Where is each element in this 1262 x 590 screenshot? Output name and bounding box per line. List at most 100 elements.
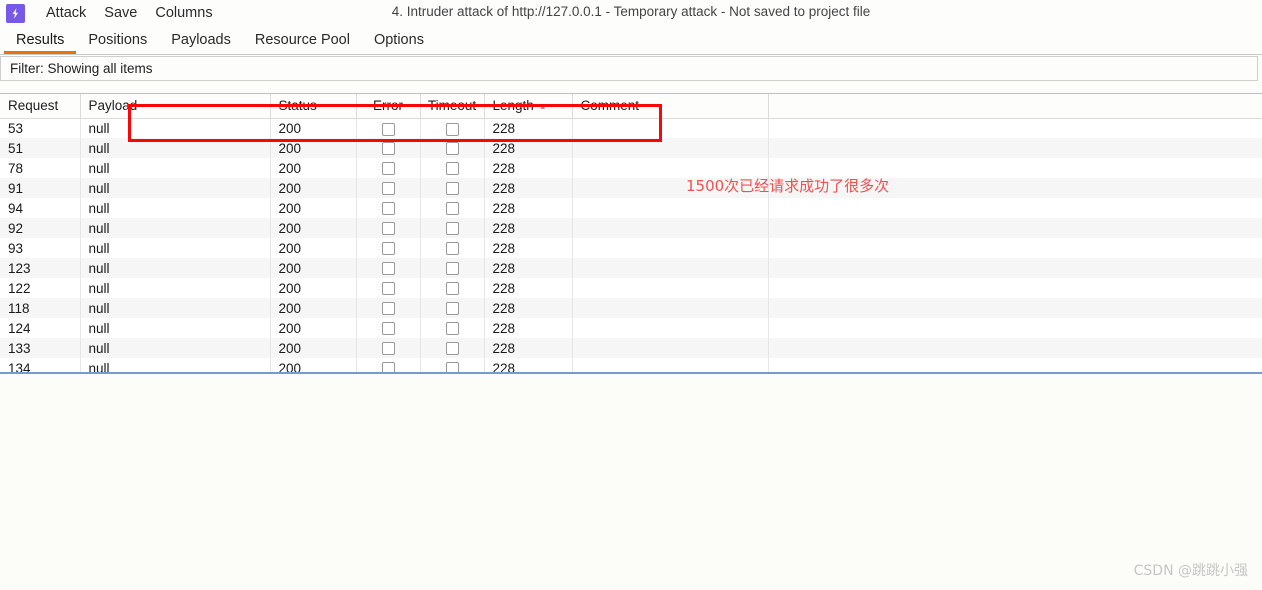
checkbox-icon[interactable]: [445, 182, 459, 196]
checkbox-icon[interactable]: [381, 162, 395, 176]
tab-results[interactable]: Results: [4, 28, 77, 54]
cell-error[interactable]: [356, 278, 421, 298]
table-row[interactable]: 91 null 200 228: [0, 178, 1262, 198]
table-row[interactable]: 92 null 200 228: [0, 218, 1262, 238]
column-header-error[interactable]: Error: [356, 94, 421, 119]
column-header-request[interactable]: Request: [0, 94, 81, 119]
cell-spacer: [768, 358, 1262, 372]
cell-error[interactable]: [356, 258, 421, 278]
cell-comment: [572, 338, 769, 358]
table-row[interactable]: 94 null 200 228: [0, 198, 1262, 218]
tab-positions[interactable]: Positions: [76, 28, 159, 54]
cell-status: 200: [270, 138, 357, 158]
cell-error[interactable]: [356, 298, 421, 318]
tab-resource-pool[interactable]: Resource Pool: [243, 28, 362, 54]
table-row[interactable]: 124 null 200 228: [0, 318, 1262, 338]
checkbox-icon[interactable]: [381, 122, 395, 136]
checkbox-icon[interactable]: [381, 282, 395, 296]
checkbox-icon[interactable]: [445, 342, 459, 356]
checkbox-icon[interactable]: [445, 362, 459, 372]
cell-request: 92: [0, 218, 81, 238]
cell-payload: null: [80, 138, 271, 158]
checkbox-icon[interactable]: [445, 262, 459, 276]
checkbox-icon[interactable]: [381, 322, 395, 336]
cell-timeout[interactable]: [420, 298, 485, 318]
sort-ascending-icon: ▲: [538, 102, 547, 112]
menu-item-save[interactable]: Save: [95, 0, 146, 27]
checkbox-icon[interactable]: [381, 262, 395, 276]
cell-timeout[interactable]: [420, 258, 485, 278]
table-row[interactable]: 53 null 200 228: [0, 118, 1262, 138]
checkbox-icon[interactable]: [381, 202, 395, 216]
cell-timeout[interactable]: [420, 158, 485, 178]
checkbox-icon[interactable]: [381, 342, 395, 356]
cell-timeout[interactable]: [420, 278, 485, 298]
cell-status: 200: [270, 158, 357, 178]
checkbox-icon[interactable]: [381, 142, 395, 156]
table-row[interactable]: 78 null 200 228: [0, 158, 1262, 178]
cell-timeout[interactable]: [420, 338, 485, 358]
table-row[interactable]: 123 null 200 228: [0, 258, 1262, 278]
menu-item-columns[interactable]: Columns: [146, 0, 221, 27]
column-header-spacer: [768, 94, 1262, 119]
checkbox-icon[interactable]: [445, 202, 459, 216]
cell-error[interactable]: [356, 158, 421, 178]
column-header-timeout[interactable]: Timeout: [420, 94, 485, 119]
checkbox-icon[interactable]: [445, 242, 459, 256]
cell-error[interactable]: [356, 178, 421, 198]
cell-timeout[interactable]: [420, 318, 485, 338]
column-header-status[interactable]: Status: [270, 94, 357, 119]
cell-error[interactable]: [356, 218, 421, 238]
cell-timeout[interactable]: [420, 198, 485, 218]
cell-error[interactable]: [356, 118, 421, 138]
filter-bar[interactable]: Filter: Showing all items: [0, 56, 1258, 81]
checkbox-icon[interactable]: [381, 302, 395, 316]
table-row[interactable]: 93 null 200 228: [0, 238, 1262, 258]
checkbox-icon[interactable]: [445, 222, 459, 236]
cell-timeout[interactable]: [420, 358, 485, 372]
cell-error[interactable]: [356, 138, 421, 158]
cell-comment: [572, 218, 769, 238]
table-row[interactable]: 118 null 200 228: [0, 298, 1262, 318]
checkbox-icon[interactable]: [381, 182, 395, 196]
cell-timeout[interactable]: [420, 178, 485, 198]
cell-payload: null: [80, 218, 271, 238]
checkbox-icon[interactable]: [445, 142, 459, 156]
cell-error[interactable]: [356, 198, 421, 218]
results-table: Request Payload Status Error Timeout Len…: [0, 94, 1262, 372]
cell-request: 118: [0, 298, 81, 318]
table-row[interactable]: 51 null 200 228: [0, 138, 1262, 158]
table-row[interactable]: 122 null 200 228: [0, 278, 1262, 298]
filter-label: Filter: Showing all items: [10, 61, 153, 76]
cell-payload: null: [80, 258, 271, 278]
cell-error[interactable]: [356, 358, 421, 372]
table-row[interactable]: 134 null 200 228: [0, 358, 1262, 372]
results-table-container[interactable]: Request Payload Status Error Timeout Len…: [0, 93, 1262, 374]
checkbox-icon[interactable]: [445, 162, 459, 176]
cell-comment: [572, 318, 769, 338]
column-header-comment[interactable]: Comment: [572, 94, 769, 119]
cell-timeout[interactable]: [420, 118, 485, 138]
cell-timeout[interactable]: [420, 138, 485, 158]
checkbox-icon[interactable]: [381, 362, 395, 372]
cell-error[interactable]: [356, 318, 421, 338]
checkbox-icon[interactable]: [445, 322, 459, 336]
cell-spacer: [768, 198, 1262, 218]
cell-error[interactable]: [356, 338, 421, 358]
cell-payload: null: [80, 298, 271, 318]
tab-options[interactable]: Options: [362, 28, 436, 54]
cell-timeout[interactable]: [420, 238, 485, 258]
table-row[interactable]: 133 null 200 228: [0, 338, 1262, 358]
column-header-payload[interactable]: Payload: [80, 94, 271, 119]
column-header-length[interactable]: Length ▲: [484, 94, 573, 119]
checkbox-icon[interactable]: [445, 302, 459, 316]
menu-item-attack[interactable]: Attack: [37, 0, 95, 27]
cell-error[interactable]: [356, 238, 421, 258]
checkbox-icon[interactable]: [381, 242, 395, 256]
checkbox-icon[interactable]: [381, 222, 395, 236]
tab-payloads[interactable]: Payloads: [159, 28, 243, 54]
checkbox-icon[interactable]: [445, 122, 459, 136]
cell-payload: null: [80, 198, 271, 218]
cell-timeout[interactable]: [420, 218, 485, 238]
checkbox-icon[interactable]: [445, 282, 459, 296]
